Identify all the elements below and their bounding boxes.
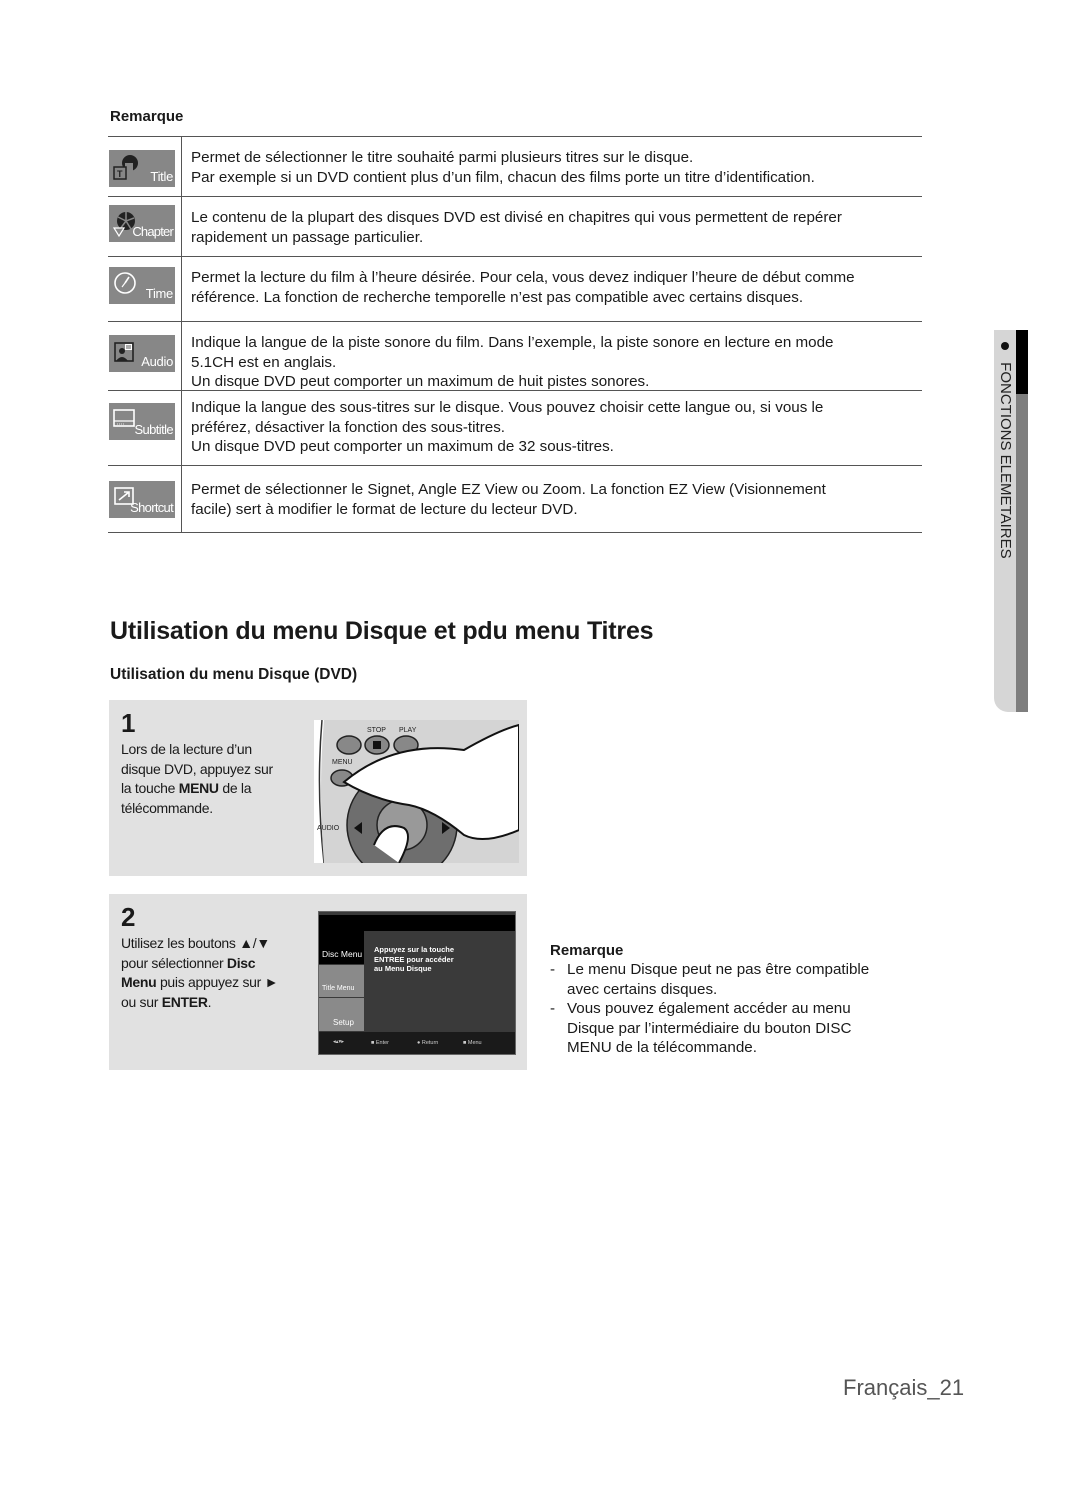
text-line: facile) sert à modifier le format de lec… [191,500,578,518]
return-icon: ● [417,1040,421,1046]
section-subheading: Utilisation du menu Disque (DVD) [110,666,358,683]
badge-label: Audio [141,354,173,369]
row-text: Permet la lecture du film à l’heure dési… [182,257,922,321]
osd-menu-item-title[interactable]: Title Menu [319,965,364,997]
step-description: Lors de la lecture d’un disque DVD, appu… [121,741,273,816]
remarque-heading: Remarque [550,942,624,959]
badge-label: Chapter [132,224,173,239]
text-line: 5.1CH est en anglais. [191,353,337,371]
remarque-note: Remarque - Le menu Disque peut ne pas êt… [550,942,869,1058]
enter-icon: ■ [371,1040,375,1046]
disc-menu-screen: Disc Menu Title Menu Setup Appuyez sur l… [318,911,516,1055]
audio-label: AUDIO [317,825,340,832]
note-item: - Vous pouvez également accéder au menu D… [550,1000,852,1056]
time-icon: Time [109,267,175,304]
step-description: Utilisez les boutons ▲/▼ pour sélectionn… [121,935,279,1010]
remote-illustration: STOP PLAY MENU AUDIO [314,720,519,863]
badge-label: Shortcut [130,500,174,515]
nav-arrows-icon: ◂▴▾▸ [333,1039,345,1045]
osd-return: ● Return [417,1040,439,1046]
title-icon: T Title [109,150,175,187]
row-text: Indique la langue des sous-titres sur le… [182,391,922,465]
table-row: Subtitle Indique la langue des sous-titr… [108,391,922,466]
function-table: T Title Permet de sélectionner le titre … [108,136,922,533]
text-line: référence. La fonction de recherche temp… [191,288,804,306]
osd-enter: ■ Enter [371,1040,390,1046]
step-number: 1 [121,708,136,738]
side-tab-marker [1016,330,1028,394]
osd-footer: ◂▴▾▸ ■ Enter ● Return ■ Menu [319,1032,515,1054]
text-line: rapidement un passage particulier. [191,228,424,246]
text-line: Indique la langue des sous-titres sur le… [191,399,824,416]
text-line: préférez, désactiver la fonction des sou… [191,418,506,436]
icon-cell: Shortcut [108,466,182,532]
row-text: Permet de sélectionner le titre souhaité… [182,137,922,196]
badge-label: Subtitle [134,422,173,437]
text-line: Par exemple si un DVD contient plus d’un… [191,168,815,186]
text-line: Un disque DVD peut comporter un maximum … [191,438,614,455]
step-number: 2 [121,902,136,932]
osd-top-bar [319,915,515,931]
svg-text:T: T [117,169,123,179]
osd-message: Appuyez sur la touche ENTREE pour accéde… [374,945,455,973]
page-number: Français_21 [843,1375,965,1400]
step-2-panel: 2 Utilisez les boutons ▲/▼ pour sélectio… [109,894,527,1070]
text-line: Le contenu de la plupart des disques DVD… [191,209,842,226]
icon-cell: Time [108,257,182,321]
text-line: Permet de sélectionner le Signet, Angle … [191,481,826,498]
table-row: Shortcut Permet de sélectionner le Signe… [108,466,922,533]
table-row: Audio Indique la langue de la piste sono… [108,322,922,391]
play-label: PLAY [399,727,417,734]
badge-label: Time [145,286,174,301]
chapter-icon: Chapter [109,205,175,242]
menu-icon: ■ [463,1040,467,1046]
text-line: Permet de sélectionner le titre souhaité… [191,149,694,166]
step-1-panel: 1 Lors de la lecture d’un disque DVD, ap… [109,700,527,876]
row-text: Le contenu de la plupart des disques DVD… [182,197,922,256]
osd-menu-item-setup[interactable]: Setup [319,998,364,1031]
remarque-heading: Remarque [110,108,184,125]
icon-cell: Chapter [108,197,182,256]
table-row: Chapter Le contenu de la plupart des dis… [108,197,922,257]
text-line: Un disque DVD peut comporter un maximum … [191,373,650,390]
row-text: Indique la langue de la piste sonore du … [182,322,922,390]
stop-label: STOP [367,727,386,734]
side-tab-label: FONCTIONS ELEMETAIRES [997,362,1014,559]
audio-icon: Audio [109,335,175,372]
subtitle-icon: Subtitle [109,403,175,440]
section-heading: Utilisation du menu Disque et pdu menu T… [110,617,654,645]
osd-menu: ■ Menu [463,1040,482,1046]
side-tab-text: FONCTIONS ELEMETAIRES [996,342,1014,559]
badge-label: Title [150,169,173,184]
bullet-icon [1001,342,1009,350]
menu-label: MENU [332,759,353,766]
row-text: Permet de sélectionner le Signet, Angle … [182,466,922,532]
icon-cell: T Title [108,137,182,196]
osd-menu-item-disc[interactable]: Disc Menu [319,931,364,964]
table-row: Time Permet la lecture du film à l’heure… [108,257,922,322]
text-line: Indique la langue de la piste sonore du … [191,334,834,351]
note-item: - Le menu Disque peut ne pas être compat… [550,961,870,998]
text-line: Permet la lecture du film à l’heure dési… [191,269,855,286]
chapter-side-tab: FONCTIONS ELEMETAIRES [994,330,1028,712]
icon-cell: Audio [108,322,182,390]
shortcut-icon: Shortcut [109,481,175,518]
icon-cell: Subtitle [108,391,182,465]
table-row: T Title Permet de sélectionner le titre … [108,137,922,197]
